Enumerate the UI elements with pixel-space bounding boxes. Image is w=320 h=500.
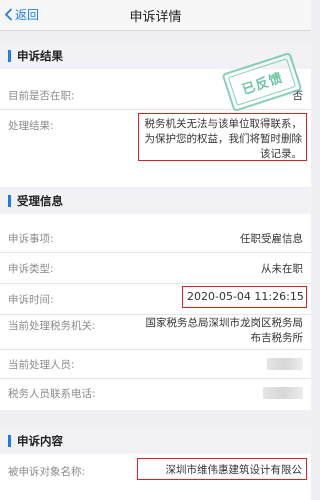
type-row: 申诉类型: 从未在职 xyxy=(0,253,311,284)
target-value: 深圳市维伟惠建筑设计有限公 xyxy=(137,458,307,480)
acceptance-card: 申诉事项: 任职受雇信息 申诉类型: 从未在职 申诉时间: 2020-05-04… xyxy=(0,214,311,410)
section-accent-bar xyxy=(8,195,11,207)
type-label: 申诉类型: xyxy=(8,263,54,275)
matter-label: 申诉事项: xyxy=(8,233,54,245)
matter-row: 申诉事项: 任职受雇信息 xyxy=(0,214,311,253)
handling-value: 税务机关无法与该单位取得联系，为保护您的权益，我们将暂时删除该记录。 xyxy=(138,113,307,161)
target-label: 被申诉对象名称: xyxy=(8,466,86,478)
agency-label: 当前处理税务机关: xyxy=(8,320,96,332)
section-title-result: 申诉结果 xyxy=(17,49,63,63)
time-label: 申诉时间: xyxy=(8,294,54,306)
handler-row: 当前处理人员: xyxy=(0,350,311,379)
handler-label: 当前处理人员: xyxy=(8,359,75,371)
employed-label: 目前是否在职: xyxy=(8,90,75,102)
section-accent-bar xyxy=(8,435,11,447)
handling-row: 处理结果: 税务机关无法与该单位取得联系，为保护您的权益，我们将暂时删除该记录。 xyxy=(0,110,311,187)
page-title: 申诉详情 xyxy=(129,10,182,25)
phone-label: 税务人员联系电话: xyxy=(8,388,96,400)
time-value: 2020-05-04 11:26:15 xyxy=(182,286,307,308)
type-value: 从未在职 xyxy=(261,263,303,275)
section-header-acceptance: 受理信息 xyxy=(0,188,311,214)
section-title-acceptance: 受理信息 xyxy=(17,194,63,208)
time-row: 申诉时间: 2020-05-04 11:26:15 xyxy=(0,284,311,315)
section-header-content: 申诉内容 xyxy=(0,428,311,454)
redacted-name xyxy=(267,358,303,370)
matter-value: 任职受雇信息 xyxy=(240,233,303,245)
agency-value: 国家税务总局深圳市龙岗区税务局布吉税务所 xyxy=(145,317,304,344)
target-row: 被申诉对象名称: 深圳市维伟惠建筑设计有限公 xyxy=(0,454,311,500)
section-accent-bar xyxy=(8,50,11,62)
agency-row: 当前处理税务机关: 国家税务总局深圳市龙岗区税务局布吉税务所 xyxy=(0,315,311,350)
nav-bar: 返回 申诉详情 xyxy=(0,0,311,31)
redacted-phone xyxy=(263,387,303,399)
content-card: 被申诉对象名称: 深圳市维伟惠建筑设计有限公 xyxy=(0,454,311,500)
section-title-content: 申诉内容 xyxy=(17,434,63,448)
phone-row: 税务人员联系电话: xyxy=(0,379,311,410)
handling-label: 处理结果: xyxy=(8,120,54,132)
